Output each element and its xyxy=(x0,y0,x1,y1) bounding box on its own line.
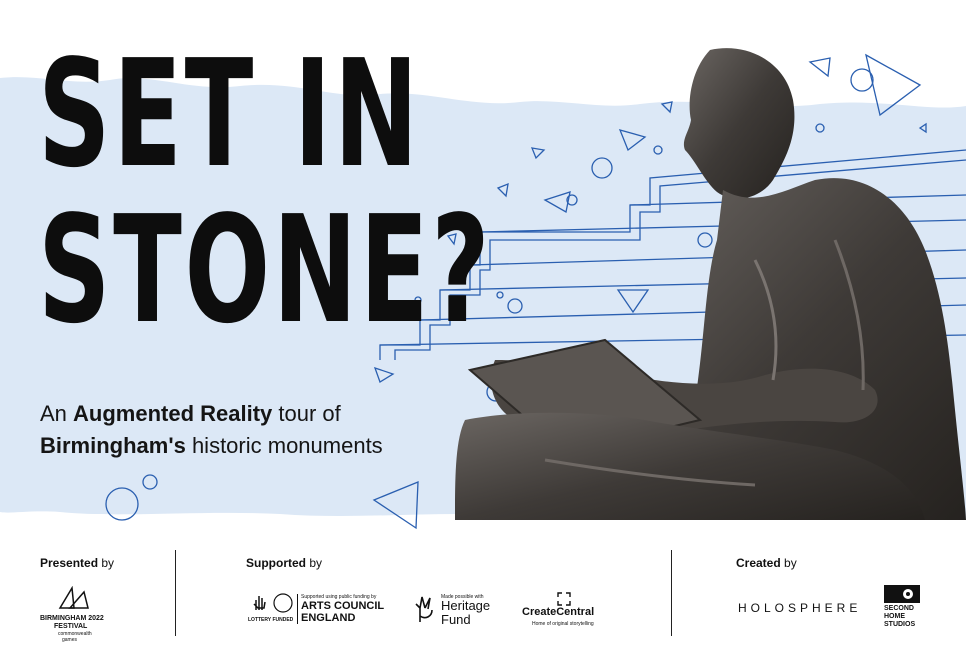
title-line-2: STONE? xyxy=(38,184,493,356)
subtitle-text: An xyxy=(40,401,74,426)
logo-text: games xyxy=(62,637,78,643)
logo-text: CreateCentral xyxy=(522,606,595,618)
footer: Presented by Supported by Created by BIR… xyxy=(0,530,966,670)
label-emphasis: Created xyxy=(736,556,781,570)
subtitle-emphasis: Birmingham's xyxy=(40,433,186,458)
holosphere-logo[interactable]: HOLOSPHERE xyxy=(738,601,858,615)
arts-council-logo[interactable]: LOTTERY FUNDED Supported using public fu… xyxy=(248,592,388,628)
logo-text: ARTS COUNCIL xyxy=(301,600,385,612)
lottery-hand-icon xyxy=(253,596,266,610)
created-by-label: Created by xyxy=(736,556,797,570)
page-title: SET IN STONE? xyxy=(38,36,492,348)
logo-text: Home of original storytelling xyxy=(532,621,594,627)
logo-text: FESTIVAL xyxy=(54,623,88,630)
hero-banner: SET IN STONE? An Augmented Reality tour … xyxy=(0,0,966,530)
expand-arrows-icon xyxy=(557,592,571,606)
divider xyxy=(671,550,672,636)
label-text: by xyxy=(780,556,797,570)
label-emphasis: Presented xyxy=(40,556,99,570)
label-text: by xyxy=(306,556,323,570)
logo-text: Fund xyxy=(441,612,471,627)
subtitle-emphasis: Augmented Reality xyxy=(73,401,273,426)
gear-icon xyxy=(884,585,920,603)
crossed-fingers-icon xyxy=(415,596,433,622)
logo-divider xyxy=(297,594,298,624)
supported-by-label: Supported by xyxy=(246,556,322,570)
label-text: by xyxy=(98,556,115,570)
divider xyxy=(175,550,176,636)
heritage-fund-logo[interactable]: Made possible with Heritage Fund xyxy=(412,592,504,628)
logo-text: LOTTERY FUNDED xyxy=(248,617,294,623)
presented-by-label: Presented by xyxy=(40,556,114,570)
logo-text: HOME xyxy=(884,613,905,620)
subtitle-text: tour of xyxy=(272,401,341,426)
logo-text: SECOND xyxy=(884,605,914,612)
label-emphasis: Supported xyxy=(246,556,306,570)
second-home-studios-logo[interactable]: SECOND HOME STUDIOS xyxy=(884,585,924,633)
logo-text: BIRMINGHAM 2022 xyxy=(40,615,104,622)
logo-text: STUDIOS xyxy=(884,621,916,628)
birmingham-2022-logo[interactable]: BIRMINGHAM 2022 FESTIVAL commonwealth ga… xyxy=(40,585,110,643)
subtitle-line-1: An Augmented Reality tour of xyxy=(40,398,383,430)
arts-council-circle-icon xyxy=(273,593,293,613)
create-central-logo[interactable]: CreateCentral Home of original storytell… xyxy=(522,592,606,628)
title-line-1: SET IN xyxy=(38,28,421,200)
statue-image xyxy=(455,48,966,520)
festival-mark-icon xyxy=(58,585,89,609)
logo-text: Heritage xyxy=(441,598,491,613)
subtitle-line-2: Birmingham's historic monuments xyxy=(40,430,383,462)
subtitle: An Augmented Reality tour of Birmingham'… xyxy=(40,398,383,462)
subtitle-text: historic monuments xyxy=(185,433,383,458)
logo-text: ENGLAND xyxy=(301,612,356,624)
